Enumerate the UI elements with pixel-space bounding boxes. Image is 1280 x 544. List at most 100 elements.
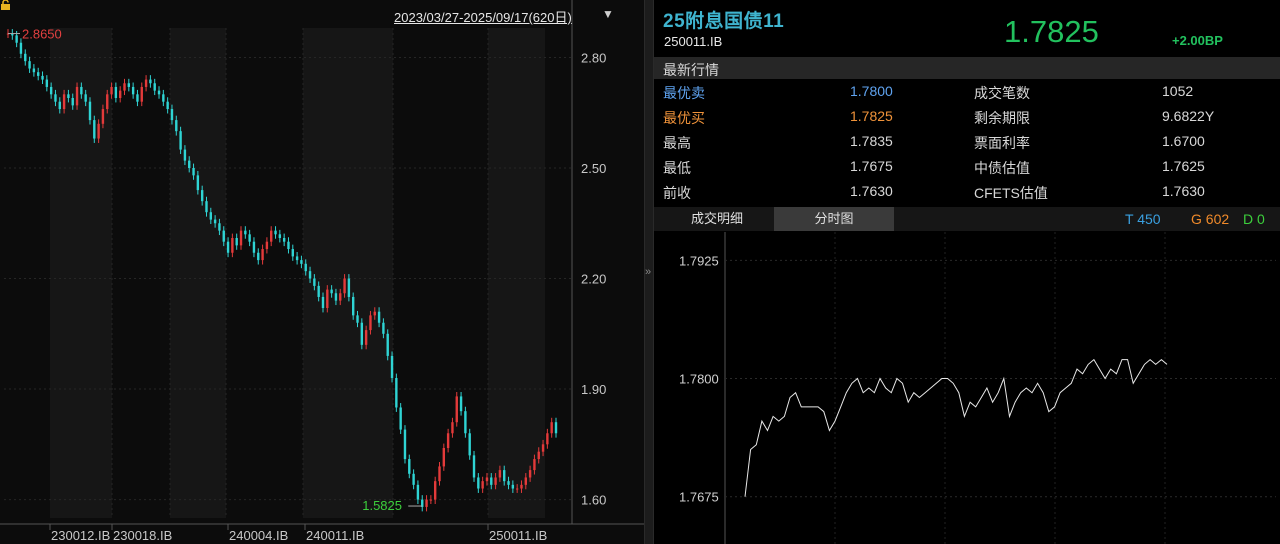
candle-body: [339, 293, 342, 301]
tab-intraday-chart[interactable]: 分时图: [774, 207, 894, 231]
candle-body: [451, 422, 454, 434]
candle-body: [377, 311, 381, 323]
quote-value-trade-count: 1052: [1162, 83, 1194, 99]
candle-body: [347, 278, 351, 297]
candle-body: [464, 411, 467, 434]
candle-body: [93, 120, 96, 139]
counter-g: G 602: [1191, 211, 1230, 227]
candle-body: [183, 149, 187, 161]
candle-body: [308, 271, 312, 279]
candle-body: [32, 68, 36, 73]
quotes-section-header: 最新行情: [654, 57, 1280, 79]
quote-label-cfets-valuation: CFETS估值: [974, 185, 1048, 201]
quotes-section-title: 最新行情: [663, 62, 719, 78]
candle-body: [149, 79, 152, 84]
candle-body: [550, 422, 553, 434]
candle-body: [244, 230, 247, 235]
y-tick-label: 2.50: [581, 161, 606, 176]
candle-body: [282, 238, 286, 242]
candle-body: [369, 315, 372, 331]
candle-body: [28, 61, 31, 69]
x-tick-label: 240011.IB: [306, 528, 364, 543]
candle-body: [49, 86, 53, 95]
candle-body: [317, 285, 320, 297]
candle-body: [498, 470, 502, 478]
y-tick-label: 1.7675: [679, 490, 719, 505]
y-tick-label: 2.20: [581, 272, 606, 287]
contract-band-2: [303, 28, 393, 518]
candle-body: [481, 481, 484, 489]
daily-yield-chart[interactable]: 2.80 2.50 2.20 1.90 1.60 230012.IB 230018.IB 24…: [0, 0, 644, 544]
candle-body: [188, 160, 191, 168]
candle-body: [270, 230, 273, 242]
candle-body: [226, 241, 230, 253]
candle-body: [541, 444, 545, 452]
candle-body: [554, 422, 558, 434]
date-range-selector[interactable]: 2023/03/27-2025/09/17(620日): [394, 7, 572, 26]
price-change: +2.00BP: [1172, 33, 1223, 48]
quote-value-cfets-valuation: 1.7630: [1162, 183, 1205, 199]
candle-body: [412, 473, 415, 485]
quote-value-ccdc-valuation: 1.7625: [1162, 158, 1205, 174]
quote-label-best-bid: 最优买: [663, 110, 705, 126]
candle-body: [88, 101, 92, 121]
candle-body: [477, 477, 480, 489]
candle-body: [175, 120, 178, 132]
candle-body: [179, 131, 182, 150]
candle-body: [162, 94, 165, 102]
candle-body: [261, 249, 264, 261]
candle-body: [395, 378, 398, 408]
quote-label-high: 最高: [663, 135, 691, 151]
candle-body: [252, 241, 256, 253]
candle-body: [511, 484, 515, 489]
candle-body: [19, 42, 23, 54]
candle-body: [468, 433, 471, 456]
y-tick-label: 1.60: [581, 493, 606, 508]
candle-body: [101, 109, 105, 124]
candle-body: [110, 86, 113, 95]
quote-value-remaining-term: 9.6822Y: [1162, 108, 1215, 124]
quote-label-best-ask: 最优卖: [663, 85, 705, 101]
candle-body: [351, 296, 355, 316]
contract-band-1: [170, 28, 226, 518]
candle-body: [382, 322, 385, 334]
candle-body: [287, 241, 290, 250]
candle-body: [58, 101, 61, 110]
lock-icon[interactable]: [0, 0, 11, 10]
candle-body: [274, 230, 277, 235]
candle-body: [231, 238, 234, 253]
candle-body: [80, 86, 83, 95]
intraday-chart[interactable]: 1.7925 1.7800 1.7675: [654, 232, 1280, 544]
candle-body: [537, 451, 540, 460]
bond-code: 250011.IB: [664, 34, 723, 49]
candle-body: [334, 293, 338, 301]
candle-body: [170, 109, 174, 121]
y-tick-label: 1.7800: [679, 372, 719, 387]
candle-body: [24, 53, 27, 62]
candle-body: [433, 481, 437, 500]
collapse-arrow-icon[interactable]: »: [645, 266, 651, 278]
candle-body: [166, 101, 169, 110]
candle-body: [97, 123, 100, 139]
tab-trade-details[interactable]: 成交明细: [662, 207, 772, 231]
candle-body: [356, 315, 359, 323]
high-value-label: 2.8650: [22, 27, 62, 42]
daily-chart-panel: 2.80 2.50 2.20 1.90 1.60 230012.IB 230018.IB 24…: [0, 0, 644, 544]
candle-body: [114, 86, 118, 98]
quote-label-ccdc-valuation: 中债估值: [974, 160, 1030, 176]
candle-body: [222, 230, 225, 242]
candle-body: [524, 477, 527, 485]
quote-value-high: 1.7835: [850, 133, 893, 149]
candle-body: [205, 201, 208, 213]
candle-body: [390, 355, 394, 378]
y-tick-label: 1.7925: [679, 253, 719, 268]
candle-body: [326, 289, 329, 308]
candle-body: [546, 433, 549, 445]
quote-label-remaining-term: 剩余期限: [974, 110, 1030, 126]
y-tick-label: 1.90: [581, 382, 606, 397]
candle-body: [455, 396, 458, 423]
quote-value-low: 1.7675: [850, 158, 893, 174]
candle-body: [71, 98, 74, 106]
dropdown-arrow-icon[interactable]: ▼: [602, 7, 614, 21]
quote-value-coupon: 1.6700: [1162, 133, 1205, 149]
